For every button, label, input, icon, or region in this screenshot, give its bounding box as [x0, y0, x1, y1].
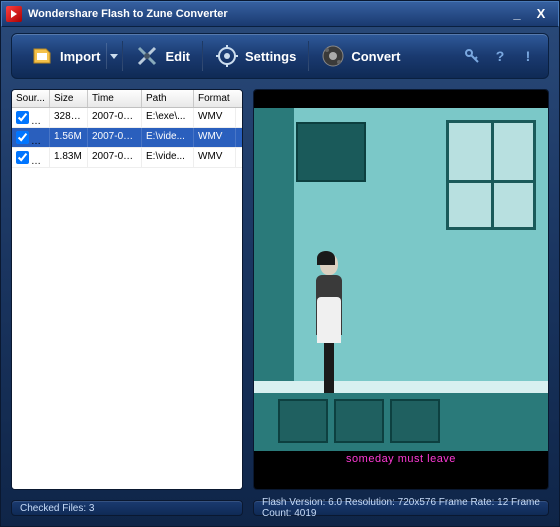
minimize-button[interactable]: _ — [510, 7, 524, 21]
table-body: de...328KB2007-02-...E:\exe\...WMV18...1… — [12, 108, 242, 489]
preview-viewport: someday must leave — [254, 90, 548, 489]
cell-format: WMV — [194, 148, 236, 167]
cell-size: 1.83M — [50, 148, 88, 167]
preview-subtitle: someday must leave — [254, 453, 548, 465]
file-list-panel: Sour... Size Time Path Format de...328KB… — [11, 89, 243, 490]
cell-path: E:\vide... — [142, 148, 194, 167]
edit-label: Edit — [165, 49, 190, 64]
cell-source: de... — [12, 108, 50, 127]
main-area: Sour... Size Time Path Format de...328KB… — [1, 79, 559, 500]
convert-icon — [321, 44, 345, 68]
cell-format: WMV — [194, 128, 236, 147]
cell-time: 2007-04-... — [88, 128, 142, 147]
convert-button[interactable]: Convert — [311, 40, 410, 72]
col-header-format[interactable]: Format — [194, 90, 236, 107]
row-checkbox[interactable] — [16, 111, 29, 124]
col-header-size[interactable]: Size — [50, 90, 88, 107]
status-info: Flash Version: 6.0 Resolution: 720x576 F… — [253, 500, 549, 516]
status-checked-files: Checked Files: 3 — [11, 500, 243, 516]
settings-icon — [215, 44, 239, 68]
cell-time: 2007-02-... — [88, 108, 142, 127]
col-header-source[interactable]: Sour... — [12, 90, 50, 107]
col-header-time[interactable]: Time — [88, 90, 142, 107]
settings-label: Settings — [245, 49, 296, 64]
cell-time: 2007-04-... — [88, 148, 142, 167]
app-icon — [6, 6, 22, 22]
preview-scene — [254, 108, 548, 451]
app-window: Wondershare Flash to Zune Converter _ X … — [0, 0, 560, 527]
toolbar-right: ? ! — [464, 48, 540, 64]
cell-path: E:\vide... — [142, 128, 194, 147]
cell-path: E:\exe\... — [142, 108, 194, 127]
table-row[interactable]: de...328KB2007-02-...E:\exe\...WMV — [12, 108, 242, 128]
cell-source: 1.... — [12, 148, 50, 167]
import-label: Import — [60, 49, 100, 64]
titlebar: Wondershare Flash to Zune Converter _ X — [1, 1, 559, 27]
close-button[interactable]: X — [534, 7, 548, 21]
toolbar: Import Edit Settings Convert — [11, 33, 549, 79]
convert-label: Convert — [351, 49, 400, 64]
cell-format: WMV — [194, 108, 236, 127]
import-button[interactable]: Import — [20, 40, 110, 72]
cell-size: 1.56M — [50, 128, 88, 147]
window-title: Wondershare Flash to Zune Converter — [28, 8, 510, 20]
about-icon[interactable]: ! — [520, 48, 536, 64]
import-icon — [30, 44, 54, 68]
help-icon[interactable]: ? — [492, 48, 508, 64]
separator — [122, 41, 123, 71]
table-header: Sour... Size Time Path Format — [12, 90, 242, 108]
edit-icon — [135, 44, 159, 68]
import-dropdown[interactable] — [106, 43, 120, 69]
key-icon[interactable] — [464, 48, 480, 64]
separator — [308, 41, 309, 71]
row-checkbox[interactable] — [16, 151, 29, 164]
statusbar: Checked Files: 3 Flash Version: 6.0 Reso… — [1, 500, 559, 522]
col-header-path[interactable]: Path — [142, 90, 194, 107]
separator — [202, 41, 203, 71]
table-row[interactable]: 1....1.83M2007-04-...E:\vide...WMV — [12, 148, 242, 168]
edit-button[interactable]: Edit — [125, 40, 200, 72]
preview-panel: someday must leave — [253, 89, 549, 490]
settings-button[interactable]: Settings — [205, 40, 306, 72]
cell-size: 328KB — [50, 108, 88, 127]
row-checkbox[interactable] — [16, 131, 29, 144]
table-row[interactable]: 18...1.56M2007-04-...E:\vide...WMV — [12, 128, 242, 148]
cell-source: 18... — [12, 128, 50, 147]
